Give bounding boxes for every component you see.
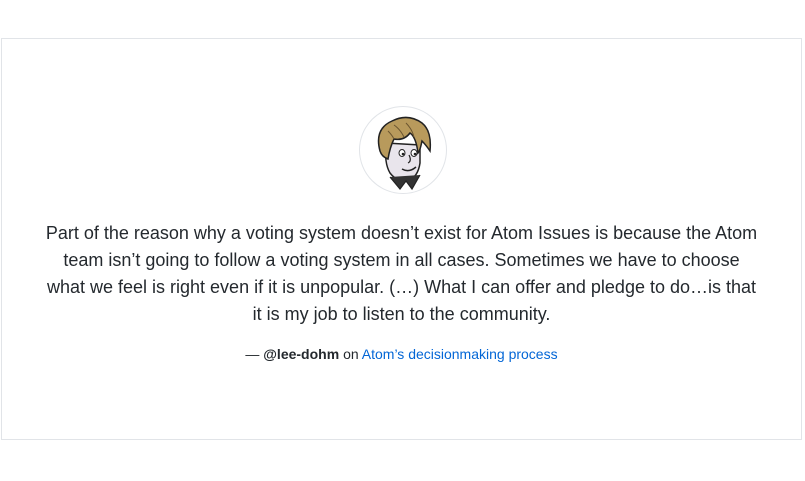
cartoon-avatar-icon: [377, 116, 432, 191]
attribution-connector: on: [343, 346, 359, 362]
testimonial-quote: Part of the reason why a voting system d…: [45, 223, 758, 324]
avatar: [359, 106, 447, 194]
decisionmaking-process-link[interactable]: Atom’s decisionmaking process: [362, 346, 558, 362]
attribution-dash: —: [245, 346, 260, 362]
author-handle: @lee-dohm: [263, 346, 340, 362]
testimonial-card: Part of the reason why a voting system d…: [1, 38, 802, 440]
testimonial-attribution: — @lee-dohm on Atom’s decisionmaking pro…: [2, 344, 801, 364]
